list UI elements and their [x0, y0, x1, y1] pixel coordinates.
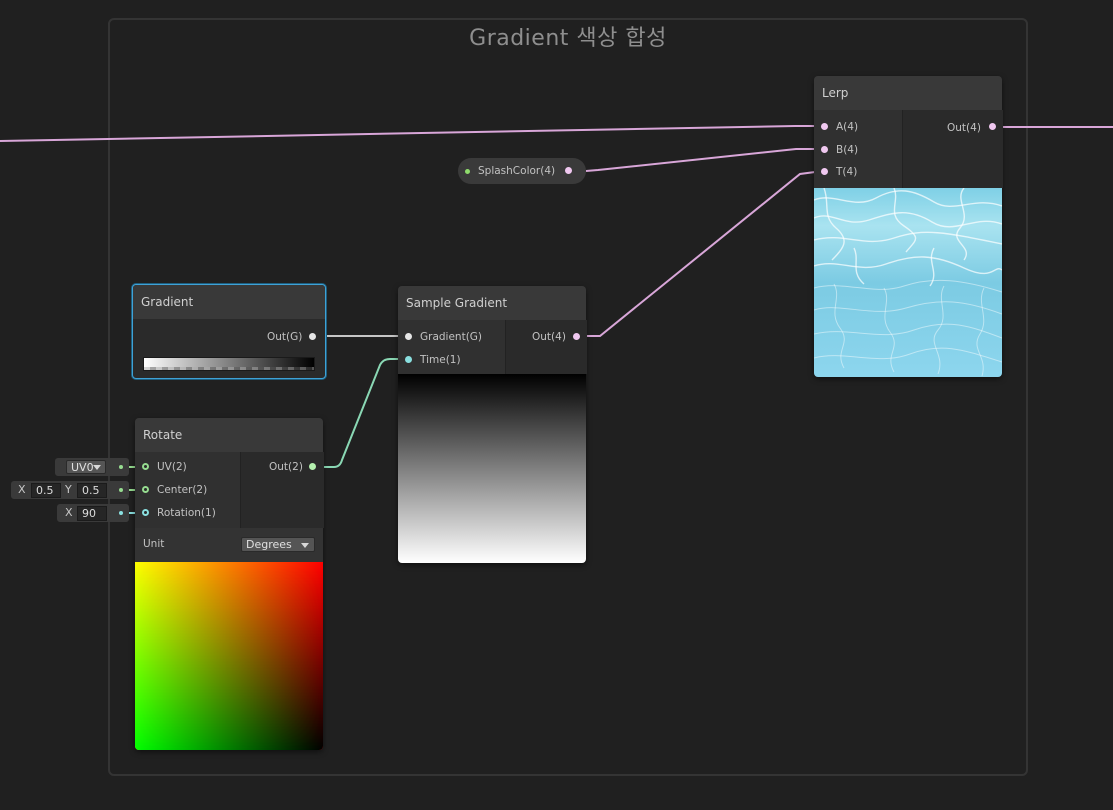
- sample-gradient-preview: [398, 374, 586, 563]
- lerp-node[interactable]: Lerp A(4) B(4) T(4) Out(4): [814, 76, 1003, 377]
- lerp-b-label: B(4): [836, 144, 859, 156]
- rotate-unit-label: Unit: [143, 538, 165, 550]
- rotate-center-port[interactable]: [142, 486, 149, 493]
- sample-gradient-out-port[interactable]: [573, 333, 580, 340]
- center-x-label: X: [18, 483, 26, 496]
- rotate-rotation-label: Rotation(1): [157, 507, 216, 519]
- rotate-uv-port[interactable]: [142, 463, 149, 470]
- lerp-t-port[interactable]: [821, 168, 828, 175]
- chevron-down-icon: [301, 543, 309, 548]
- gradient-out-port[interactable]: [309, 333, 316, 340]
- lerp-inputs-panel: A(4) B(4) T(4): [814, 110, 902, 188]
- rotate-settings-panel: Unit Degrees: [135, 528, 323, 562]
- rotate-node[interactable]: Rotate UV(2) Center(2) Rotation(1) Out(2…: [135, 418, 324, 750]
- rotation-inline-input[interactable]: X 90: [57, 504, 129, 522]
- property-exposed-dot: [465, 169, 470, 174]
- rotate-preview: [135, 562, 323, 750]
- sample-gradient-out-label: Out(4): [532, 331, 566, 343]
- splash-color-out-port[interactable]: [565, 167, 572, 174]
- rotate-outputs-panel: Out(2): [240, 452, 324, 528]
- unit-dropdown-value: Degrees: [246, 538, 292, 551]
- rotate-out-label: Out(2): [269, 461, 303, 473]
- uv-channel-dropdown[interactable]: UV0: [66, 460, 106, 474]
- splash-color-property[interactable]: SplashColor(4): [458, 158, 586, 184]
- rotate-out-port[interactable]: [309, 463, 316, 470]
- center-inline-dot: [119, 488, 123, 492]
- uv-inline-input[interactable]: UV0: [55, 458, 129, 476]
- lerp-out-port[interactable]: [989, 123, 996, 130]
- rotate-preview-green-layer: [135, 562, 323, 750]
- sample-gradient-time-label: Time(1): [420, 354, 461, 366]
- rotation-x-field[interactable]: 90: [77, 506, 107, 521]
- gradient-node[interactable]: Gradient Out(G): [132, 284, 326, 379]
- uv-inline-dot: [119, 465, 123, 469]
- center-inline-input[interactable]: X 0.5 Y 0.5: [11, 481, 129, 499]
- lerp-outputs-panel: Out(4): [902, 110, 1003, 188]
- gradient-field-preview[interactable]: [143, 357, 315, 371]
- group-title[interactable]: Gradient 색상 합성: [108, 20, 1028, 52]
- gradient-title: Gradient: [133, 285, 325, 319]
- gradient-field-preview-inner: [144, 367, 314, 370]
- rotation-x-value: 90: [82, 507, 96, 520]
- sample-gradient-time-port[interactable]: [405, 356, 412, 363]
- center-y-label: Y: [65, 483, 72, 496]
- rotate-rotation-port[interactable]: [142, 509, 149, 516]
- lerp-a-label: A(4): [836, 121, 859, 133]
- sample-gradient-gradient-port[interactable]: [405, 333, 412, 340]
- uv-channel-value: UV0: [71, 461, 94, 474]
- center-x-field[interactable]: 0.5: [31, 483, 61, 498]
- rotation-x-label: X: [65, 506, 73, 519]
- lerp-preview: [814, 188, 1002, 377]
- sample-gradient-title: Sample Gradient: [398, 286, 586, 320]
- sample-gradient-inputs-panel: Gradient(G) Time(1): [398, 320, 505, 374]
- chevron-down-icon: [93, 465, 101, 470]
- rotation-inline-dot: [119, 511, 123, 515]
- sample-gradient-node[interactable]: Sample Gradient Gradient(G) Time(1) Out(…: [398, 286, 587, 563]
- lerp-t-label: T(4): [836, 166, 858, 178]
- center-y-field[interactable]: 0.5: [77, 483, 107, 498]
- lerp-a-port[interactable]: [821, 123, 828, 130]
- splash-color-label: SplashColor(4): [478, 165, 556, 177]
- rotate-title: Rotate: [135, 418, 323, 452]
- lerp-title: Lerp: [814, 76, 1002, 110]
- gradient-out-label: Out(G): [267, 331, 303, 343]
- center-y-value: 0.5: [82, 484, 100, 497]
- rotate-inputs-panel: UV(2) Center(2) Rotation(1): [135, 452, 240, 528]
- rotate-center-label: Center(2): [157, 484, 208, 496]
- lerp-out-label: Out(4): [947, 122, 981, 134]
- unit-dropdown[interactable]: Degrees: [241, 537, 315, 552]
- lerp-b-port[interactable]: [821, 146, 828, 153]
- center-x-value: 0.5: [36, 484, 54, 497]
- sample-gradient-outputs-panel: Out(4): [505, 320, 587, 374]
- sample-gradient-gradient-label: Gradient(G): [420, 331, 483, 343]
- rotate-uv-label: UV(2): [157, 461, 187, 473]
